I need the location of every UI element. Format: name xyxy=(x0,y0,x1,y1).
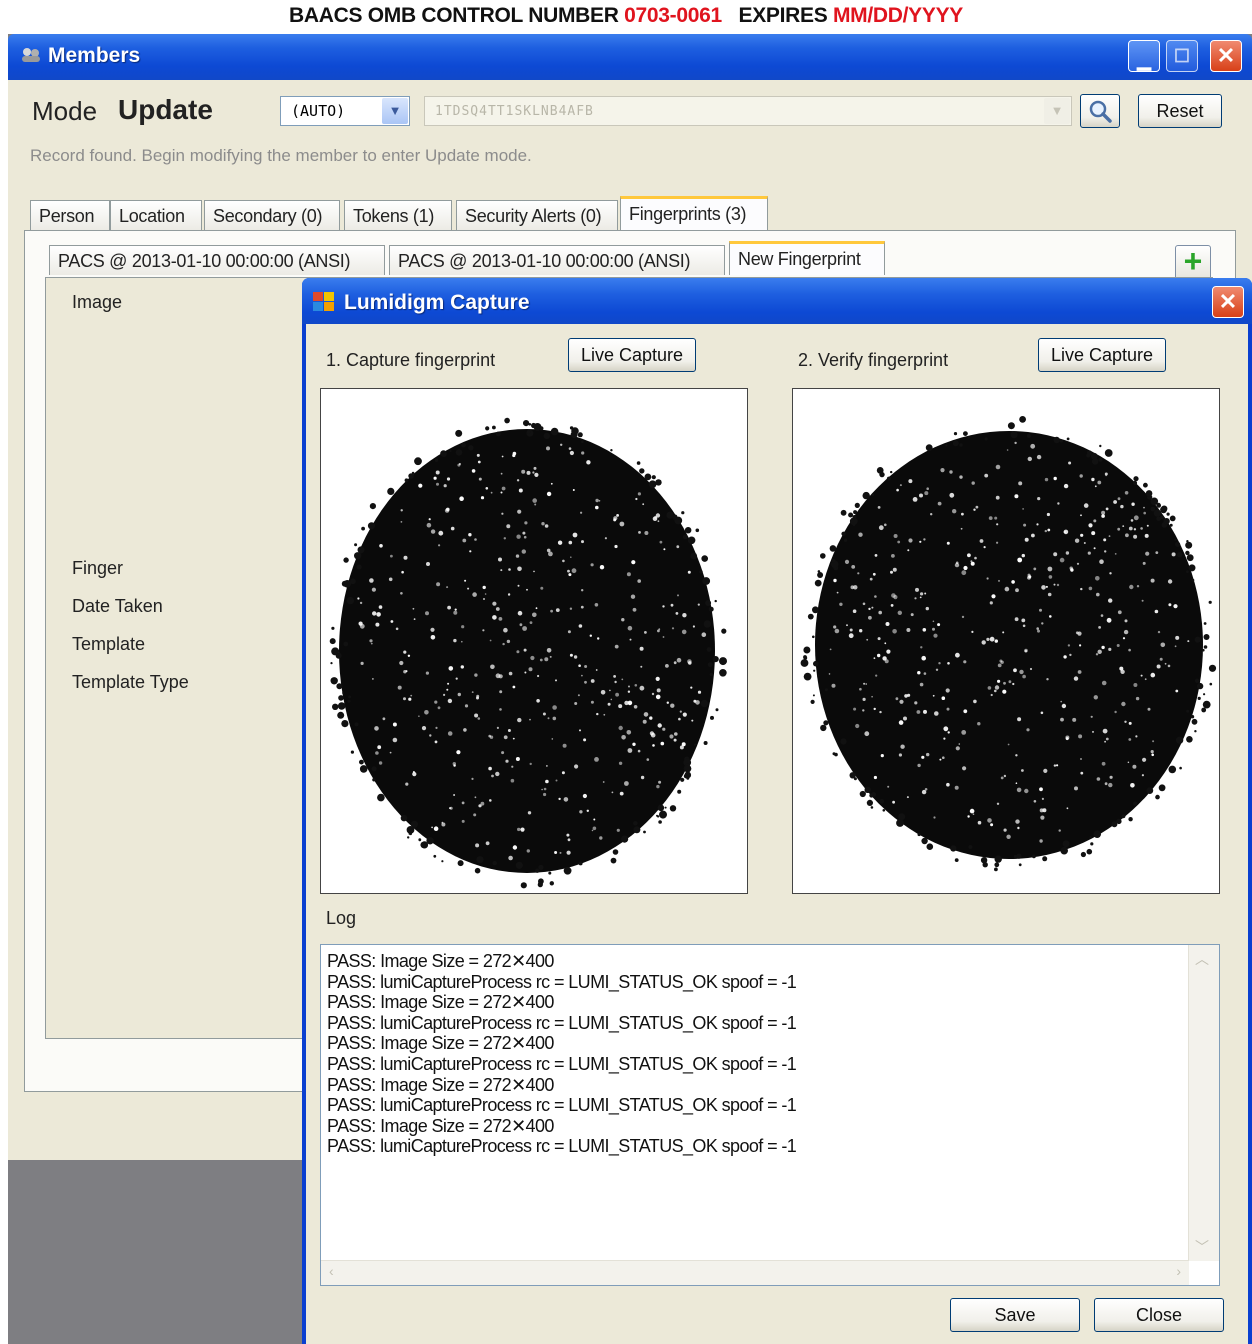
mode-value: Update xyxy=(118,94,213,125)
log-line: PASS: Image Size = 272✕400 xyxy=(327,1033,554,1054)
lumidigm-close-button[interactable]: ✕ xyxy=(1212,286,1244,318)
log-vertical-scrollbar[interactable]: ︿ ﹀ xyxy=(1188,945,1219,1261)
plus-icon: + xyxy=(1183,243,1203,279)
finger-label: Finger xyxy=(72,558,124,578)
search-icon xyxy=(1089,100,1112,123)
log-line: PASS: Image Size = 272✕400 xyxy=(327,1115,554,1136)
log-line: PASS: lumiCaptureProcess rc = LUMI_STATU… xyxy=(327,1012,797,1033)
log-line: PASS: lumiCaptureProcess rc = LUMI_STATU… xyxy=(327,1136,797,1157)
members-close-button[interactable]: ✕ xyxy=(1210,40,1242,72)
verify-step-label: 2. Verify fingerprint xyxy=(798,350,949,370)
tab-security-alerts[interactable]: Security Alerts (0) xyxy=(456,200,618,230)
minimize-button[interactable]: ▁ xyxy=(1128,40,1160,72)
auto-combo[interactable]: (AUTO) ▼ xyxy=(280,96,410,126)
tab-secondary[interactable]: Secondary (0) xyxy=(204,200,340,230)
record-id-combo[interactable]: 1TDSQ4TT1SKLNB4AFB ▼ xyxy=(424,96,1072,126)
tab-person[interactable]: Person xyxy=(30,200,110,230)
record-id-value: 1TDSQ4TT1SKLNB4AFB xyxy=(435,104,594,119)
log-label: Log xyxy=(326,908,357,928)
lumidigm-body: 1. Capture fingerprint Live Capture 2. V… xyxy=(306,324,1248,1344)
tab-new-fingerprint[interactable]: New Fingerprint xyxy=(729,241,885,275)
omb-prefix: BAACS OMB CONTROL NUMBER xyxy=(289,4,619,27)
chevron-down-icon[interactable]: ▼ xyxy=(382,98,408,124)
live-capture-label: Live Capture xyxy=(580,345,684,365)
template-label: Template xyxy=(72,634,146,654)
reset-label: Reset xyxy=(1156,101,1204,121)
close-label: Close xyxy=(1135,1305,1183,1325)
log-line: PASS: lumiCaptureProcess rc = LUMI_STATU… xyxy=(327,1095,797,1116)
lumidigm-title: Lumidigm Capture xyxy=(344,291,530,314)
fingerprint-image-1 xyxy=(329,417,727,889)
status-message: Record found. Begin modifying the member… xyxy=(30,146,532,165)
members-titlebar[interactable]: Members ▁ ☐ ✕ xyxy=(8,34,1252,80)
verify-fingerprint-image xyxy=(792,388,1220,894)
search-button[interactable] xyxy=(1080,94,1120,128)
scroll-right-icon[interactable]: › xyxy=(1176,1263,1181,1279)
log-line: PASS: lumiCaptureProcess rc = LUMI_STATU… xyxy=(327,1053,797,1074)
save-label: Save xyxy=(994,1305,1036,1325)
fingerprint-image-2 xyxy=(800,416,1217,872)
live-capture-label: Live Capture xyxy=(1050,345,1154,365)
expires-label: EXPIRES xyxy=(738,4,828,27)
scroll-left-icon[interactable]: ‹ xyxy=(329,1263,334,1279)
date-taken-label: Date Taken xyxy=(72,596,163,616)
scroll-up-icon[interactable]: ︿ xyxy=(1195,949,1209,969)
expires-value: MM/DD/YYYY xyxy=(832,4,963,27)
log-line: PASS: Image Size = 272✕400 xyxy=(327,951,554,971)
tab-pacs-fingerprint-2[interactable]: PACS @ 2013-01-10 00:00:00 (ANSI) xyxy=(389,245,725,275)
log-textbox[interactable]: PASS: Image Size = 272✕400 PASS: lumiCapt… xyxy=(320,944,1220,1286)
tab-fingerprints[interactable]: Fingerprints (3) xyxy=(620,196,768,230)
tab-pacs-fingerprint-1[interactable]: PACS @ 2013-01-10 00:00:00 (ANSI) xyxy=(49,245,385,275)
members-title: Members xyxy=(48,44,141,67)
minimize-icon: ▁ xyxy=(1137,50,1151,70)
lumidigm-app-icon xyxy=(313,292,334,311)
close-icon: ✕ xyxy=(1216,43,1236,68)
save-button[interactable]: Save xyxy=(950,1298,1080,1332)
log-horizontal-scrollbar[interactable]: ‹ › xyxy=(321,1260,1189,1285)
tab-location[interactable]: Location xyxy=(110,200,202,230)
image-label: Image xyxy=(72,292,123,312)
log-line: PASS: Image Size = 272✕400 xyxy=(327,992,554,1013)
omb-number: 0703-0061 xyxy=(624,4,722,27)
capture-step-label: 1. Capture fingerprint xyxy=(326,350,496,370)
capture-fingerprint-image xyxy=(320,388,748,894)
lumidigm-capture-dialog: Lumidigm Capture ✕ 1. Capture fingerprin… xyxy=(302,278,1252,1344)
template-type-label: Template Type xyxy=(72,672,189,692)
log-lines: PASS: Image Size = 272✕400 PASS: lumiCapt… xyxy=(327,951,797,1157)
members-app-icon xyxy=(22,48,40,62)
auto-combo-value: (AUTO) xyxy=(291,102,346,120)
scroll-down-icon[interactable]: ﹀ xyxy=(1195,1237,1209,1257)
reset-button[interactable]: Reset xyxy=(1138,94,1222,128)
close-icon: ✕ xyxy=(1218,289,1238,314)
omb-header: BAACS OMB CONTROL NUMBER 0703-0061 EXPIR… xyxy=(0,4,1252,28)
close-button[interactable]: Close xyxy=(1094,1298,1224,1332)
live-capture-button-1[interactable]: Live Capture xyxy=(568,338,696,372)
chevron-down-icon[interactable]: ▼ xyxy=(1044,98,1070,124)
tab-tokens[interactable]: Tokens (1) xyxy=(344,200,452,230)
mode-label: Mode xyxy=(32,96,98,126)
live-capture-button-2[interactable]: Live Capture xyxy=(1038,338,1166,372)
add-fingerprint-button[interactable]: + xyxy=(1175,243,1211,281)
log-line: PASS: Image Size = 272✕400 xyxy=(327,1074,554,1095)
maximize-button[interactable]: ☐ xyxy=(1166,40,1198,72)
log-line: PASS: lumiCaptureProcess rc = LUMI_STATU… xyxy=(327,971,797,992)
maximize-icon: ☐ xyxy=(1173,46,1191,66)
